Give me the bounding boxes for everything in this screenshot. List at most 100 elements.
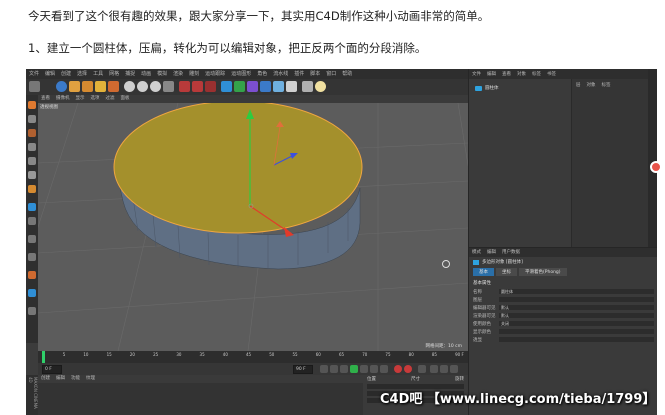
menu-item[interactable]: 工具 [90, 69, 106, 79]
perspective-viewport[interactable]: 透视视图 网格间距：10 cm [38, 103, 468, 351]
end-frame-field[interactable]: 90 F [293, 365, 313, 374]
attribute-value[interactable]: 圆柱体 [499, 289, 654, 294]
texture-mode-icon[interactable] [28, 129, 36, 137]
menu-item[interactable]: 雕刻 [186, 69, 202, 79]
attribute-subtab[interactable]: 坐标 [496, 268, 517, 276]
side-panel-tabs[interactable] [648, 69, 657, 247]
render-region-icon[interactable] [192, 81, 203, 92]
camera-icon[interactable] [302, 81, 313, 92]
attribute-menu-item[interactable]: 用户数据 [499, 248, 523, 257]
attribute-menu-item[interactable]: 编辑 [484, 248, 499, 257]
lock-workplane-icon[interactable] [28, 271, 36, 279]
workplane-icon[interactable] [28, 143, 36, 151]
scale-key-button[interactable] [440, 365, 448, 373]
tweak-mode-icon[interactable] [28, 217, 36, 225]
menu-item[interactable]: 编辑 [42, 69, 58, 79]
model-mode-icon[interactable] [28, 115, 36, 123]
attribute-value[interactable] [499, 329, 654, 334]
spline-icon[interactable] [234, 81, 245, 92]
viewport-menu-item[interactable]: 摄像机 [53, 95, 73, 103]
undo-icon[interactable] [29, 81, 40, 92]
z-axis-icon[interactable] [150, 81, 161, 92]
next-key-button[interactable] [370, 365, 378, 373]
attribute-value[interactable] [499, 297, 654, 302]
render-settings-icon[interactable] [205, 81, 216, 92]
viewport-menu-item[interactable]: 显示 [73, 95, 88, 103]
play-button[interactable] [350, 365, 358, 373]
polygons-mode-icon[interactable] [28, 185, 36, 193]
menu-item[interactable]: 创建 [58, 69, 74, 79]
axis-mode-icon[interactable] [28, 203, 36, 211]
menu-item[interactable]: 插件 [291, 69, 307, 79]
go-to-start-button[interactable] [320, 365, 328, 373]
menu-item[interactable]: 帮助 [339, 69, 355, 79]
menu-item[interactable]: 运动跟踪 [202, 69, 228, 79]
menu-item[interactable]: 文件 [26, 69, 42, 79]
menu-item[interactable]: 渲染 [170, 69, 186, 79]
object-menu-item[interactable]: 对象 [514, 69, 529, 79]
select-tool-icon[interactable] [56, 81, 67, 92]
object-menu-item[interactable]: 编辑 [484, 69, 499, 79]
rotation-key-button[interactable] [450, 365, 458, 373]
menu-item[interactable]: 脚本 [307, 69, 323, 79]
attribute-subtab[interactable]: 平滑着色(Phong) [519, 268, 567, 276]
menu-item[interactable]: 运动图形 [228, 69, 254, 79]
coord-system-icon[interactable] [163, 81, 174, 92]
viewport-menu-item[interactable]: 查看 [38, 95, 53, 103]
move-tool-icon[interactable] [69, 81, 80, 92]
autokey-button[interactable] [404, 365, 412, 373]
points-mode-icon[interactable] [28, 157, 36, 165]
menu-item[interactable]: 窗口 [323, 69, 339, 79]
attribute-value[interactable] [499, 337, 654, 342]
viewport-menu-item[interactable]: 过滤 [103, 95, 118, 103]
menu-item[interactable]: 角色 [254, 69, 270, 79]
previous-key-button[interactable] [330, 365, 338, 373]
menu-item[interactable]: 捕捉 [122, 69, 138, 79]
menu-item[interactable]: 流水线 [270, 69, 291, 79]
x-axis-icon[interactable] [124, 81, 135, 92]
scale-tool-icon[interactable] [82, 81, 93, 92]
share-badge-icon[interactable] [650, 161, 662, 173]
record-button[interactable] [394, 365, 402, 373]
start-frame-field[interactable]: 0 F [42, 365, 62, 374]
attribute-value[interactable]: 默认 [499, 313, 654, 318]
material-menu-item[interactable]: 创建 [38, 375, 53, 383]
playhead[interactable] [42, 351, 45, 363]
array-icon[interactable] [260, 81, 271, 92]
position-key-button[interactable] [430, 365, 438, 373]
attribute-menu-item[interactable]: 模式 [469, 248, 484, 257]
object-row-cylinder[interactable]: 圆柱体 [475, 85, 499, 91]
live-select-icon[interactable] [108, 81, 119, 92]
nurbs-icon[interactable] [247, 81, 258, 92]
quantize-icon[interactable] [28, 253, 36, 261]
render-view-icon[interactable] [179, 81, 190, 92]
attribute-subtab[interactable]: 基本 [473, 268, 494, 276]
menu-item[interactable]: 选择 [74, 69, 90, 79]
menu-item[interactable]: 模拟 [154, 69, 170, 79]
keyframe-selection-button[interactable] [418, 365, 426, 373]
timeline-ruler[interactable]: 051015202530354045505560657075808590 F [38, 351, 468, 363]
viewport-menu-item[interactable]: 面板 [118, 95, 133, 103]
object-menu-item[interactable]: 查看 [499, 69, 514, 79]
scene-icon[interactable] [286, 81, 297, 92]
attribute-value[interactable]: 默认 [499, 305, 654, 310]
rotate-tool-icon[interactable] [95, 81, 106, 92]
object-menu-item[interactable]: 标签 [529, 69, 544, 79]
viewport-menu-item[interactable]: 选项 [88, 95, 103, 103]
y-axis-icon[interactable] [137, 81, 148, 92]
previous-frame-button[interactable] [340, 365, 348, 373]
next-frame-button[interactable] [360, 365, 368, 373]
menu-item[interactable]: 动画 [138, 69, 154, 79]
attribute-value[interactable]: 关闭 [499, 321, 654, 326]
material-menu-item[interactable]: 纹理 [83, 375, 98, 383]
menu-item[interactable]: 网格 [106, 69, 122, 79]
object-menu-item[interactable]: 书签 [544, 69, 559, 79]
solo-icon[interactable] [28, 289, 36, 297]
object-menu-item[interactable]: 文件 [469, 69, 484, 79]
deformer-icon[interactable] [273, 81, 284, 92]
go-to-end-button[interactable] [380, 365, 388, 373]
cube-icon[interactable] [221, 81, 232, 92]
snap-icon[interactable] [28, 235, 36, 243]
edges-mode-icon[interactable] [28, 171, 36, 179]
material-menu-item[interactable]: 功能 [68, 375, 83, 383]
